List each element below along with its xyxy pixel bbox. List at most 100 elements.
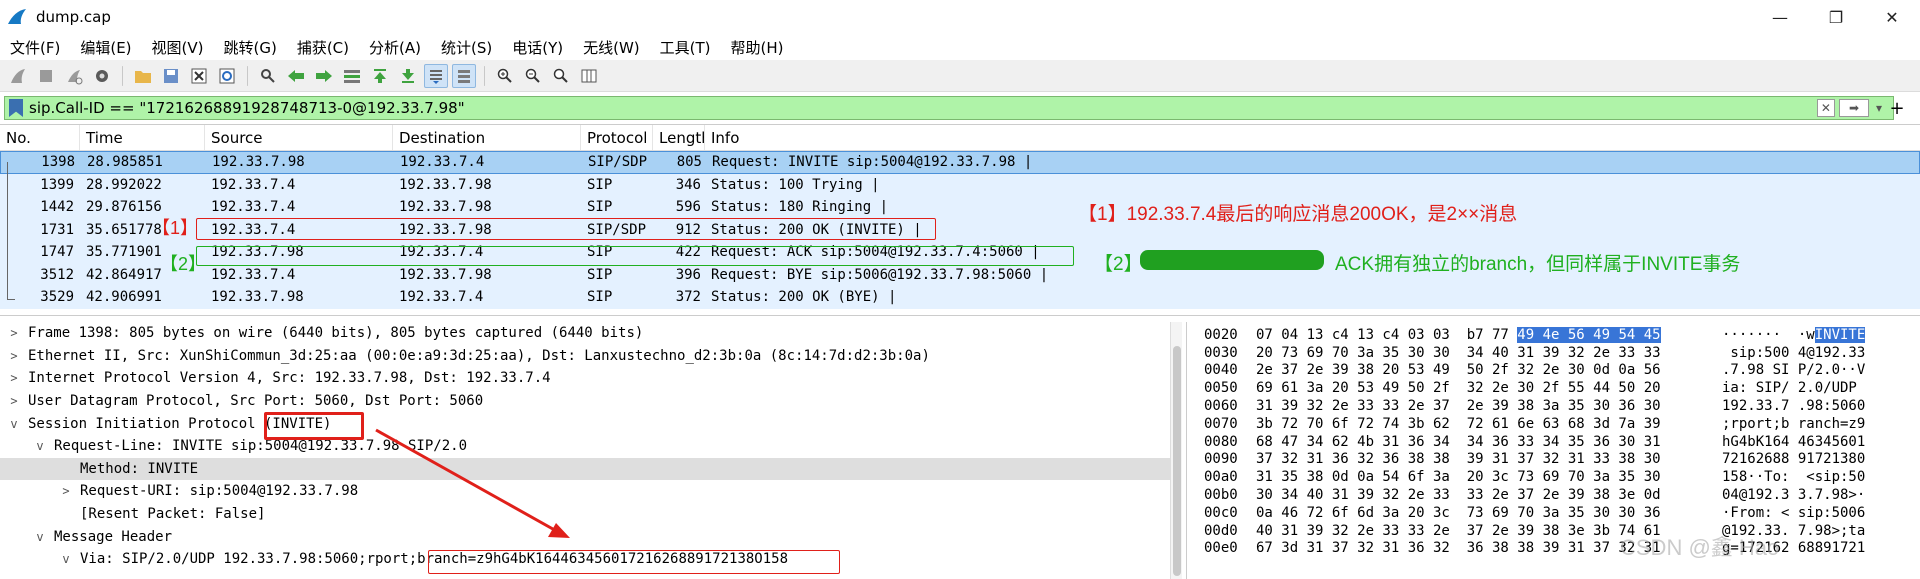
start-capture-fin-icon[interactable]	[6, 64, 30, 88]
colorize-list-icon[interactable]	[452, 63, 476, 88]
menu-view[interactable]: 视图(V)	[142, 37, 214, 58]
tree-item[interactable]: > Frame 1398: 805 bytes on wire (6440 bi…	[0, 322, 1170, 345]
col-header-source[interactable]: Source	[205, 125, 393, 150]
bytes-hex[interactable]: 69 61 3a 20 53 49 50 2f 32 2e 30 2f 55 4…	[1250, 380, 1712, 396]
tree-item[interactable]: v Message Header	[0, 525, 1170, 548]
menu-edit[interactable]: 编辑(E)	[70, 37, 141, 58]
col-header-destination[interactable]: Destination	[393, 125, 581, 150]
go-last-packet-icon[interactable]	[396, 64, 420, 88]
bytes-hex[interactable]: 07 04 13 c4 13 c4 03 03 b7 77 49 4e 56 4…	[1250, 326, 1712, 343]
bytes-hex[interactable]: 68 47 34 62 4b 31 36 34 34 36 33 34 35 3…	[1250, 434, 1712, 450]
menu-help[interactable]: 帮助(H)	[721, 37, 794, 58]
bytes-offset: 00d0	[1204, 522, 1238, 539]
menu-analyze[interactable]: 分析(A)	[359, 37, 431, 58]
packet-row[interactable]: 3529 42.906991 192.33.7.98 192.33.7.4 SI…	[0, 286, 1920, 309]
bytes-offset: 00b0	[1204, 487, 1238, 504]
collapse-chevron-down-icon[interactable]: v	[32, 530, 48, 544]
minimize-icon[interactable]: —	[1752, 0, 1808, 34]
menu-capture[interactable]: 捕获(C)	[287, 37, 359, 58]
expand-chevron-right-icon[interactable]: >	[6, 326, 22, 340]
tree-item[interactable]: v Session Initiation Protocol (INVITE)	[0, 412, 1170, 435]
menu-wireless[interactable]: 无线(W)	[573, 37, 650, 58]
bytes-row: 0080 68 47 34 62 4b 31 36 34 34 36 33 34 …	[1190, 433, 1920, 451]
resize-columns-icon[interactable]	[577, 64, 601, 88]
find-packet-search-icon[interactable]	[256, 64, 280, 88]
restart-capture-icon[interactable]	[62, 64, 86, 88]
bytes-ascii[interactable]: ;rport;b ranch=z9	[1712, 416, 1882, 432]
col-header-protocol[interactable]: Protocol	[581, 125, 653, 150]
capture-options-gear-icon[interactable]	[90, 64, 114, 88]
col-header-no[interactable]: No.	[0, 125, 80, 150]
open-file-folder-icon[interactable]	[131, 64, 155, 88]
bytes-hex[interactable]: 31 39 32 2e 33 33 2e 37 2e 39 38 3a 35 3…	[1250, 398, 1712, 414]
expand-chevron-right-icon[interactable]: >	[6, 394, 22, 408]
tree-item[interactable]: > User Datagram Protocol, Src Port: 5060…	[0, 390, 1170, 413]
collapse-chevron-down-icon[interactable]: v	[58, 552, 74, 566]
bytes-ascii[interactable]: ·From: < sip:5006	[1712, 505, 1882, 521]
bytes-hex[interactable]: 37 32 31 36 32 36 38 38 39 31 37 32 31 3…	[1250, 451, 1712, 467]
menu-go[interactable]: 跳转(G)	[214, 37, 287, 58]
tree-item-selected[interactable]: Method: INVITE	[0, 457, 1170, 481]
bytes-ascii[interactable]: ······· ·wINVITE	[1712, 326, 1882, 343]
go-back-arrow-icon[interactable]	[284, 64, 308, 88]
bytes-hex[interactable]: 30 34 40 31 39 32 2e 33 33 2e 37 2e 39 3…	[1250, 487, 1712, 503]
packet-row[interactable]: 1398 28.985851 192.33.7.98 192.33.7.4 SI…	[0, 151, 1920, 174]
save-file-icon[interactable]	[159, 64, 183, 88]
bytes-ascii[interactable]: hG4bK164 46345601	[1712, 434, 1882, 450]
add-filter-button-plus-icon[interactable]: +	[1882, 96, 1912, 120]
filter-bookmark-icon[interactable]	[9, 99, 23, 117]
bytes-hex[interactable]: 31 35 38 0d 0a 54 6f 3a 20 3c 73 69 70 3…	[1250, 469, 1712, 485]
clear-filter-icon[interactable]: ✕	[1816, 99, 1835, 117]
bytes-hex[interactable]: 3b 72 70 6f 72 74 3b 62 72 61 6e 63 68 3…	[1250, 416, 1712, 432]
menu-tools[interactable]: 工具(T)	[650, 37, 721, 58]
stop-capture-icon[interactable]	[34, 64, 58, 88]
close-file-icon[interactable]	[187, 64, 211, 88]
bytes-ascii[interactable]: ia: SIP/ 2.0/UDP	[1712, 380, 1882, 396]
tree-item[interactable]: > Internet Protocol Version 4, Src: 192.…	[0, 367, 1170, 390]
details-scroll-thumb[interactable]	[1173, 346, 1181, 576]
apply-filter-arrow-icon[interactable]: ➡	[1838, 99, 1869, 117]
tree-item[interactable]: [Resent Packet: False]	[0, 503, 1170, 526]
bytes-hex[interactable]: 20 73 69 70 3a 35 30 30 34 40 31 39 32 2…	[1250, 345, 1712, 361]
normal-size-icon[interactable]	[549, 64, 573, 88]
packet-row[interactable]: 1442 29.876156 192.33.7.4 192.33.7.98 SI…	[0, 196, 1920, 219]
details-scrollbar[interactable]	[1170, 322, 1182, 579]
zoom-out-icon[interactable]	[521, 64, 545, 88]
go-to-packet-icon[interactable]	[340, 64, 364, 88]
pane-splitter[interactable]	[1186, 322, 1187, 579]
bytes-hex[interactable]: 0a 46 72 6f 6d 3a 20 3c 73 69 70 3a 35 3…	[1250, 505, 1712, 521]
bytes-ascii[interactable]: 158··To: <sip:50	[1712, 469, 1882, 485]
wireshark-fin-icon	[8, 9, 26, 24]
bytes-ascii[interactable]: 72162688 91721380	[1712, 451, 1882, 467]
menu-telephony[interactable]: 电话(Y)	[502, 37, 573, 58]
display-filter-input[interactable]	[29, 99, 1817, 117]
bytes-ascii[interactable]: sip:500 4@192.33	[1712, 345, 1882, 361]
col-header-time[interactable]: Time	[80, 125, 205, 150]
bytes-hex[interactable]: 2e 37 2e 39 38 20 53 49 50 2f 32 2e 30 0…	[1250, 362, 1712, 378]
col-header-info[interactable]: Info	[705, 125, 1920, 150]
packet-destination: 192.33.7.98	[399, 199, 492, 216]
collapse-chevron-down-icon[interactable]: v	[32, 439, 48, 453]
tree-item[interactable]: > Ethernet II, Src: XunShiCommun_3d:25:a…	[0, 345, 1170, 368]
packet-row[interactable]: 1399 28.992022 192.33.7.4 192.33.7.98 SI…	[0, 173, 1920, 196]
restore-icon[interactable]: ❐	[1808, 0, 1864, 34]
go-first-packet-icon[interactable]	[368, 64, 392, 88]
reload-file-icon[interactable]	[215, 64, 239, 88]
bytes-ascii[interactable]: .7.98 SI P/2.0··V	[1712, 362, 1882, 378]
menu-statistics[interactable]: 统计(S)	[431, 37, 502, 58]
go-forward-arrow-icon[interactable]	[312, 64, 336, 88]
zoom-in-icon[interactable]	[493, 64, 517, 88]
expand-chevron-right-icon[interactable]: >	[58, 484, 74, 498]
col-header-length[interactable]: Length	[653, 125, 705, 150]
expand-chevron-right-icon[interactable]: >	[6, 371, 22, 385]
tree-item[interactable]: > Request-URI: sip:5004@192.33.7.98	[0, 480, 1170, 503]
menu-file[interactable]: 文件(F)	[0, 37, 70, 58]
autoscroll-icon[interactable]	[424, 63, 448, 88]
close-icon[interactable]: ✕	[1864, 0, 1920, 34]
bytes-ascii[interactable]: 192.33.7 .98:5060	[1712, 398, 1882, 414]
bytes-ascii[interactable]: 04@192.3 3.7.98>·	[1712, 487, 1882, 503]
tree-item[interactable]: v Request-Line: INVITE sip:5004@192.33.7…	[0, 435, 1170, 458]
expand-chevron-right-icon[interactable]: >	[6, 349, 22, 363]
tree-item-label: Method: INVITE	[80, 460, 199, 477]
collapse-chevron-down-icon[interactable]: v	[6, 417, 22, 431]
